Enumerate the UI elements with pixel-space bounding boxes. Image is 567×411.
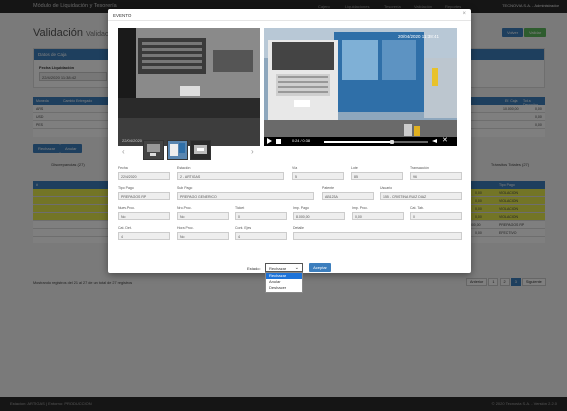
- nro-proc-field: No: [177, 212, 229, 220]
- chevron-right-icon[interactable]: ›: [251, 147, 254, 156]
- imp-proc-label: Imp. Proc.: [352, 206, 368, 210]
- thumb-bw-truck: [144, 141, 163, 159]
- modal-divider: [108, 20, 471, 21]
- plate-camera-image[interactable]: 22/04/2020: [118, 28, 260, 146]
- lote-field: 85: [351, 172, 403, 180]
- detalle-field: [293, 232, 462, 240]
- patente-label: Patente: [322, 186, 335, 190]
- tipo-pago-label: Tipo Pago: [118, 186, 134, 190]
- video-progress-track[interactable]: [324, 139, 428, 144]
- cat-tab-label: Cat. Tab.: [410, 206, 424, 210]
- chevron-left-icon[interactable]: ‹: [122, 147, 125, 156]
- cont-ejes-label: Cont. Ejes: [235, 226, 252, 230]
- cat-det-label: Cat. Det.: [118, 226, 132, 230]
- ticket-field: 0: [235, 212, 287, 220]
- transaccion-label: Transacción: [410, 166, 429, 170]
- aceptar-button[interactable]: Aceptar: [309, 263, 331, 272]
- estado-select[interactable]: Rechazar ⌄: [265, 263, 303, 272]
- estado-label: Estado:: [247, 266, 261, 271]
- lote-label: Lote: [351, 166, 358, 170]
- video-controls: 0:24 / 0:38 ✕: [264, 137, 457, 146]
- estacion-label: Estación: [177, 166, 191, 170]
- truck-photo-color: 20/04/2020 11:38:41: [264, 28, 457, 146]
- sub-pago-field: PREPAGO GENERICO: [177, 192, 314, 200]
- detalle-label: Detalle: [293, 226, 304, 230]
- truck-photo-bw: 22/04/2020: [118, 28, 260, 146]
- cat-tab-field: 0: [410, 212, 462, 220]
- tipo-pago-field: PREPAGOS RP: [118, 192, 170, 200]
- thumbnail-1[interactable]: [143, 140, 164, 160]
- transaccion-field: 96: [410, 172, 462, 180]
- usuario-field: 155 - CRISTINA RUIZ DIAZ: [380, 192, 462, 200]
- stop-icon[interactable]: [276, 139, 281, 144]
- cont-ejes-field: 4: [235, 232, 287, 240]
- cat-det-field: 4: [118, 232, 170, 240]
- fullscreen-icon[interactable]: ✕: [442, 137, 448, 145]
- nro-proc-label: Nro.Proc.: [177, 206, 192, 210]
- imp-pago-label: Imp. Pago: [293, 206, 309, 210]
- close-icon[interactable]: ×: [462, 11, 466, 17]
- video-scrubber-handle[interactable]: [389, 139, 394, 144]
- play-icon[interactable]: [267, 138, 272, 144]
- hora-proc-label: Hora Proc.: [177, 226, 194, 230]
- video-time: 0:24 / 0:38: [292, 139, 310, 143]
- usuario-label: Usuario: [380, 186, 393, 190]
- bw-overlay-text: 22/04/2020: [122, 138, 143, 143]
- evento-modal: EVENTO × 22/04/2020 20/04/2020 11:38:41 …: [108, 9, 471, 293]
- estado-option-deshacer[interactable]: Deshacer: [266, 285, 302, 291]
- imp-proc-field: 0,00: [352, 212, 404, 220]
- patente-field: AB123A: [322, 192, 374, 200]
- fecha-label: Fecha: [118, 166, 128, 170]
- thumbnail-3[interactable]: [190, 140, 211, 160]
- modal-title: EVENTO: [113, 13, 132, 18]
- sub-pago-label: Sub Pago: [177, 186, 193, 190]
- fecha-field: 22/4/2020: [118, 172, 170, 180]
- lane-camera-video[interactable]: 20/04/2020 11:38:41 0:24 / 0:38 ✕: [264, 28, 457, 146]
- volume-icon[interactable]: [432, 139, 437, 143]
- via-field: 5: [292, 172, 344, 180]
- thumbnail-2[interactable]: [167, 140, 188, 160]
- video-progress-fill: [324, 141, 390, 143]
- video-timestamp-overlay: 20/04/2020 11:38:41: [398, 34, 439, 39]
- ticket-label: Ticket: [235, 206, 245, 210]
- chevron-down-icon: ⌄: [294, 265, 299, 271]
- nueva-proc-field: No: [118, 212, 170, 220]
- estado-dropdown-list: Rechazar Anular Deshacer: [265, 272, 303, 293]
- nueva-proc-label: Nuev.Proc.: [118, 206, 136, 210]
- hora-proc-field: No: [177, 232, 229, 240]
- imp-pago-field: 8.000,00: [293, 212, 345, 220]
- estacion-field: 2 - ARTIGAS: [177, 172, 284, 180]
- via-label: Vía: [292, 166, 298, 170]
- estado-selected-value: Rechazar: [269, 266, 287, 271]
- thumb-color-truck: [168, 141, 187, 159]
- thumb-plate: [191, 141, 210, 159]
